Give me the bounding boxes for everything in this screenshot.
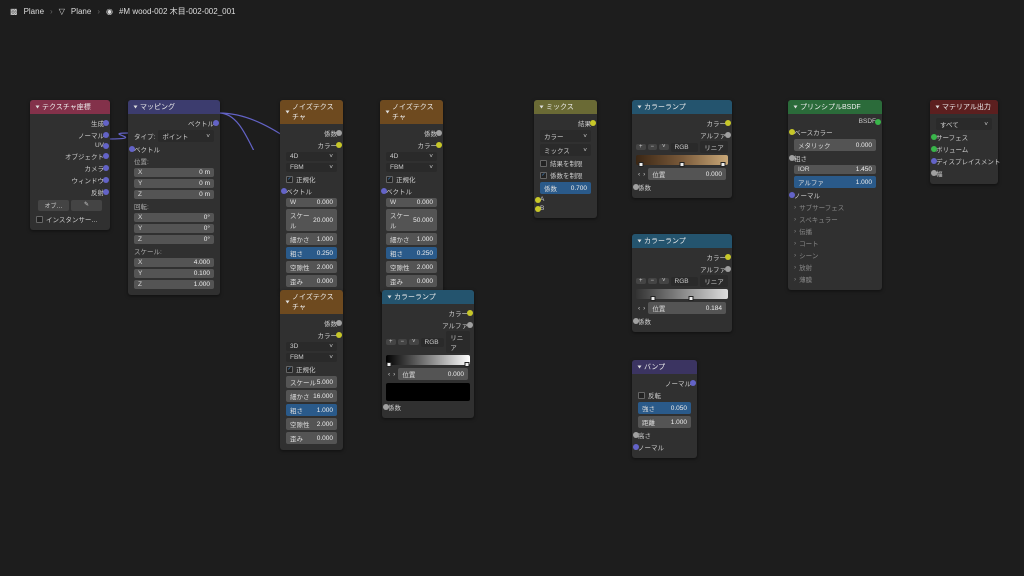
ramp-gradient[interactable] [636, 155, 728, 165]
node-title: ノイズテクスチャ [292, 292, 337, 312]
node-header[interactable]: ノイズテクスチャ [380, 100, 443, 124]
breadcrumb: ▩ Plane › ▽ Plane › ◉ #M wood-002 木目-002… [10, 6, 236, 17]
node-header[interactable]: ノイズテクスチャ [280, 290, 343, 314]
node-material-output[interactable]: マテリアル出力 すべて˅ サーフェス ボリューム ディスプレイスメント 幅 [930, 100, 998, 184]
node-noise-2[interactable]: ノイズテクスチャ 係数 カラー 4D˅ FBM˅ 正規化 ベクトル W0.000… [380, 100, 443, 293]
mapping-type[interactable]: ポイント˅ [158, 130, 214, 142]
node-header[interactable]: マッピング [128, 100, 220, 114]
chevron-right-icon: › [50, 7, 53, 16]
node-title: テクスチャ座標 [42, 102, 91, 112]
node-header[interactable]: ミックス [534, 100, 597, 114]
material-icon: ◉ [106, 7, 113, 16]
node-colorramp-2[interactable]: カラーランプ カラー アルファ +−˅RGBリニア ‹›位置0.184 係数 [632, 234, 732, 332]
color-swatch[interactable] [386, 383, 470, 401]
crumb-material[interactable]: #M wood-002 木目-002-002_001 [119, 6, 236, 17]
node-header[interactable]: テクスチャ座標 [30, 100, 110, 114]
node-title: ミックス [546, 102, 574, 112]
node-header[interactable]: カラーランプ [382, 290, 474, 304]
node-header[interactable]: プリンシプルBSDF [788, 100, 882, 114]
node-header[interactable]: カラーランプ [632, 234, 732, 248]
node-header[interactable]: バンプ [632, 360, 697, 374]
node-title: マテリアル出力 [942, 102, 991, 112]
node-header[interactable]: マテリアル出力 [930, 100, 998, 114]
ramp-menu[interactable]: ˅ [659, 144, 669, 150]
node-title: マッピング [140, 102, 175, 112]
node-header[interactable]: カラーランプ [632, 100, 732, 114]
node-noise-3[interactable]: ノイズテクスチャ 係数 カラー 3D˅ FBM˅ 正規化 スケール5.000 細… [280, 290, 343, 450]
node-title: バンプ [644, 362, 665, 372]
node-noise-1[interactable]: ノイズテクスチャ 係数 カラー 4D˅ FBM˅ 正規化 ベクトル W0.000… [280, 100, 343, 293]
eyedropper-icon[interactable]: ✎ [71, 200, 102, 211]
node-texcoord[interactable]: テクスチャ座標 生成 ノーマル UV オブジェクト カメラ ウィンドウ 反射 オ… [30, 100, 110, 230]
ramp-add[interactable]: + [636, 144, 646, 150]
node-title: カラーランプ [644, 236, 686, 246]
node-title: カラーランプ [394, 292, 436, 302]
node-colorramp-1[interactable]: カラーランプ カラー アルファ +−˅RGBリニア ‹›位置0.000 係数 [632, 100, 732, 198]
chevron-right-icon: › [97, 7, 100, 16]
node-bump[interactable]: バンプ ノーマル 反転 強さ0.050 距離1.000 高さ ノーマル [632, 360, 697, 458]
node-principled-bsdf[interactable]: プリンシプルBSDF BSDF ベースカラー メタリック0.000 粗さ IOR… [788, 100, 882, 290]
node-title: ノイズテクスチャ [292, 102, 337, 122]
crumb-obj[interactable]: Plane [71, 7, 91, 16]
crumb-mesh[interactable]: Plane [24, 7, 44, 16]
node-mix[interactable]: ミックス 結果 カラー˅ ミックス˅ 結果を制限 係数を制限 係数0.700 A… [534, 100, 597, 218]
ramp-gradient[interactable] [636, 289, 728, 299]
node-title: カラーランプ [644, 102, 686, 112]
node-mapping[interactable]: マッピング ベクトル タイプ:ポイント˅ ベクトル 位置: X0 m Y0 m … [128, 100, 220, 295]
mesh-icon: ▩ [10, 7, 18, 16]
ramp-gradient[interactable] [386, 355, 470, 365]
node-header[interactable]: ノイズテクスチャ [280, 100, 343, 124]
modifier-icon: ▽ [59, 7, 65, 16]
ramp-del[interactable]: − [648, 144, 658, 150]
node-title: ノイズテクスチャ [392, 102, 437, 122]
node-colorramp-3[interactable]: カラーランプ カラー アルファ +−˅RGBリニア ‹›位置0.000 係数 [382, 290, 474, 418]
node-title: プリンシプルBSDF [800, 102, 861, 112]
object-picker[interactable]: オブ… [38, 200, 69, 211]
